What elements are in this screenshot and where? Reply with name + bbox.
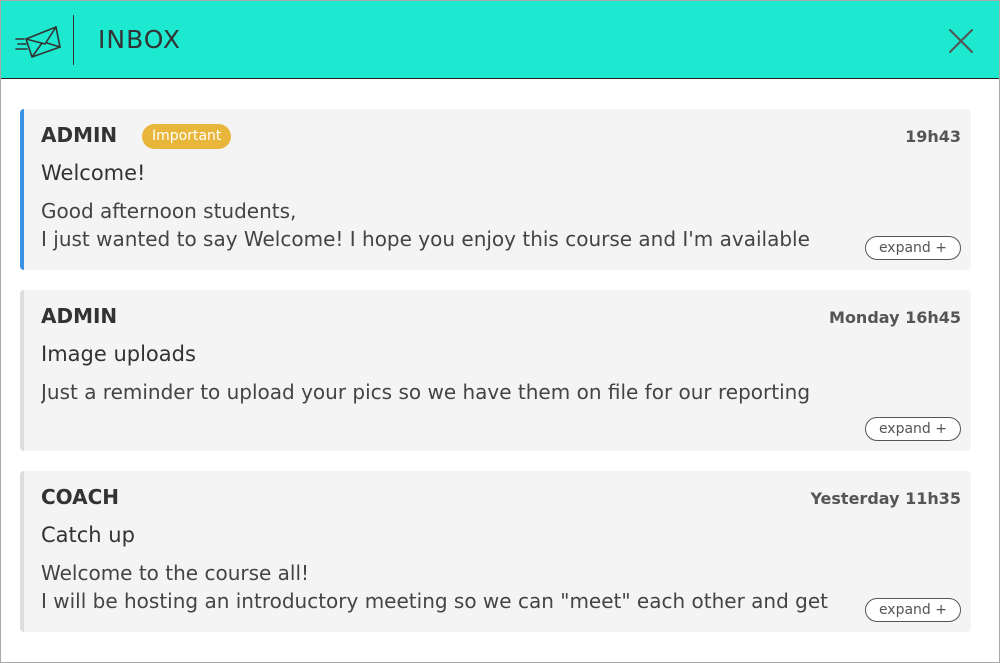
header-divider: [73, 15, 74, 65]
inbox-header: INBOX: [1, 1, 999, 79]
message-body-line: I will be hosting an introductory meetin…: [41, 589, 828, 613]
close-icon[interactable]: [945, 25, 977, 57]
message-time: Yesterday 11h35: [810, 489, 961, 508]
message-body: Just a reminder to upload your pics so w…: [41, 378, 891, 406]
message-subject: Welcome!: [41, 161, 146, 185]
expand-button[interactable]: expand +: [864, 236, 961, 260]
expand-button[interactable]: expand +: [864, 417, 961, 441]
message-sender: ADMIN: [41, 123, 118, 147]
important-badge: Important: [142, 124, 232, 149]
message-time: Monday 16h45: [829, 308, 961, 327]
message-body-line: Good afternoon students,: [41, 199, 297, 223]
message-body: Welcome to the course all! I will be hos…: [41, 559, 891, 615]
message-body-line: Just a reminder to upload your pics so w…: [41, 380, 811, 404]
message-sender: COACH: [41, 485, 120, 509]
inbox-window: INBOX ADMIN Important 19h43 Welcome! Goo…: [0, 0, 1000, 663]
message-card[interactable]: ADMIN Monday 16h45 Image uploads Just a …: [20, 290, 971, 451]
message-sender: ADMIN: [41, 304, 118, 328]
message-subject: Catch up: [41, 523, 135, 547]
expand-button[interactable]: expand +: [864, 598, 961, 622]
message-time: 19h43: [905, 127, 961, 146]
message-body: Good afternoon students, I just wanted t…: [41, 197, 891, 253]
message-body-line: I just wanted to say Welcome! I hope you…: [41, 227, 810, 251]
send-mail-icon: [15, 26, 61, 58]
message-card[interactable]: COACH Yesterday 11h35 Catch up Welcome t…: [20, 471, 971, 632]
message-card[interactable]: ADMIN Important 19h43 Welcome! Good afte…: [20, 109, 971, 270]
message-subject: Image uploads: [41, 342, 196, 366]
message-list: ADMIN Important 19h43 Welcome! Good afte…: [20, 109, 971, 652]
page-title: INBOX: [98, 25, 181, 54]
message-body-line: Welcome to the course all!: [41, 561, 310, 585]
